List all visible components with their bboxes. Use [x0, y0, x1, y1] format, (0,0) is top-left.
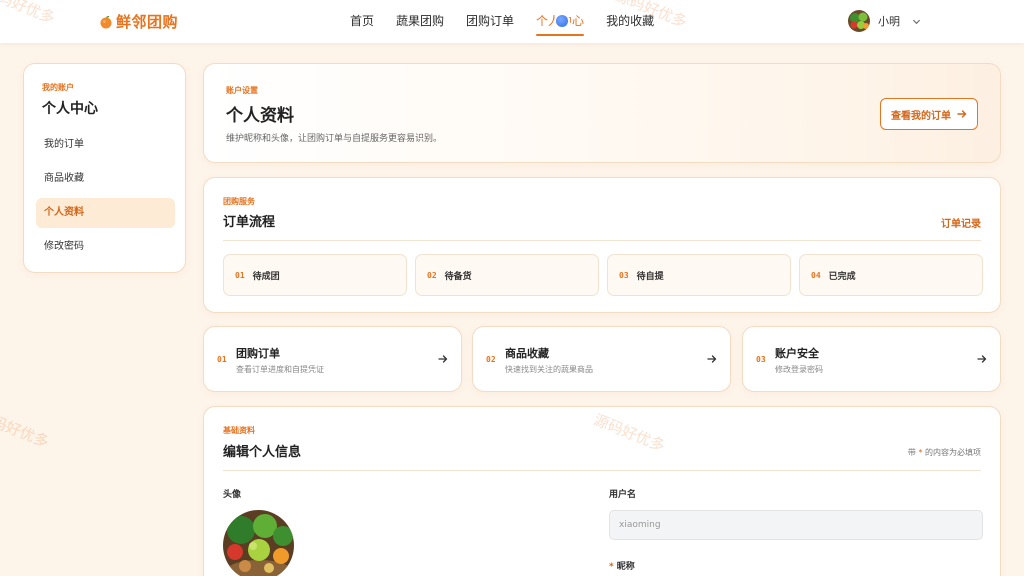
divider: [223, 240, 981, 241]
arrow-right-icon: [438, 355, 448, 363]
quick-link-title: 团购订单: [236, 347, 280, 360]
arrow-right-icon: [707, 355, 717, 363]
sidebar-item-profile[interactable]: 个人资料: [36, 198, 175, 228]
sidebar-item-change-password[interactable]: 修改密码: [36, 232, 175, 262]
arrow-right-icon: [977, 355, 987, 363]
step-number: 01: [235, 270, 245, 280]
order-flow-eyebrow: 团购服务: [223, 197, 255, 206]
page-title: 个人资料: [226, 106, 294, 126]
nickname-label-text: 昵称: [616, 562, 635, 572]
quick-link-favorites[interactable]: 02 商品收藏 快速找到关注的蔬果商品: [472, 326, 731, 392]
profile-description: 维护昵称和头像，让团购订单与自提服务更容易识别。: [226, 134, 443, 144]
chevron-down-icon: [912, 19, 921, 24]
required-fields-note: 带 * 的内容为必填项: [908, 447, 981, 458]
quick-link-number: 03: [756, 355, 766, 364]
logo-text: 鲜邻团购: [116, 13, 179, 31]
quick-link-groupbuy-orders[interactable]: 01 团购订单 查看订单进度和自提凭证: [203, 326, 462, 392]
nickname-label: * 昵称: [609, 559, 635, 572]
quick-link-description: 查看订单进度和自提凭证: [236, 365, 324, 374]
quick-link-number: 01: [217, 355, 227, 364]
vegetable-basket-icon: [848, 10, 870, 32]
vegetable-basket-image: [223, 510, 294, 576]
required-star: *: [609, 562, 614, 572]
step-number: 03: [619, 270, 629, 280]
step-label: 待成团: [252, 271, 280, 282]
sidebar-item-favorites[interactable]: 商品收藏: [36, 164, 175, 194]
nav-groupbuy-orders[interactable]: 团购订单: [466, 0, 514, 43]
order-step: 01 待成团: [223, 254, 407, 296]
required-star: *: [918, 448, 923, 457]
watermark: 源码好优多: [0, 406, 52, 452]
sidebar-eyebrow: 我的账户: [42, 83, 74, 92]
step-number: 04: [811, 270, 821, 280]
username-label: 用户名: [609, 490, 637, 500]
quick-link-title: 账户安全: [775, 347, 819, 360]
note-suffix: 的内容为必填项: [925, 448, 981, 457]
profile-header-card: 账户设置 个人资料 维护昵称和头像，让团购订单与自提服务更容易识别。 查看我的订…: [203, 63, 1001, 163]
quick-link-description: 修改登录密码: [775, 365, 823, 374]
step-number: 02: [427, 270, 437, 280]
step-label: 待自提: [636, 271, 664, 282]
step-label: 已完成: [828, 271, 856, 282]
nav-produce-groupbuy[interactable]: 蔬果团购: [396, 0, 444, 43]
sidebar: 我的账户 个人中心 我的订单 商品收藏 个人资料 修改密码: [23, 63, 186, 273]
top-nav-bar: 鲜邻团购 首页 蔬果团购 团购订单 个人中心 我的收藏 小明: [0, 0, 1024, 43]
sidebar-title: 个人中心: [42, 101, 98, 117]
divider: [223, 470, 981, 471]
orange-fruit-icon: [100, 15, 112, 28]
basic-info-title: 编辑个人信息: [223, 445, 302, 460]
profile-eyebrow: 账户设置: [226, 86, 258, 95]
avatar-label: 头像: [223, 490, 242, 500]
order-flow-title: 订单流程: [223, 215, 276, 230]
mouse-cursor-indicator: [556, 15, 568, 27]
order-records-link[interactable]: 订单记录: [941, 215, 981, 230]
logo[interactable]: 鲜邻团购: [99, 11, 178, 32]
nav-home[interactable]: 首页: [350, 0, 374, 43]
quick-link-account-security[interactable]: 03 账户安全 修改登录密码: [742, 326, 1001, 392]
order-step: 03 待自提: [607, 254, 791, 296]
avatar[interactable]: [848, 10, 870, 32]
order-flow-card: 团购服务 订单流程 订单记录 01 待成团 02 待备货 03 待自提 04 已…: [203, 177, 1001, 313]
quick-link-number: 02: [486, 355, 496, 364]
username-input[interactable]: [609, 510, 983, 540]
avatar-upload[interactable]: [223, 510, 294, 576]
nav-favorites[interactable]: 我的收藏: [606, 0, 654, 43]
order-step: 04 已完成: [799, 254, 983, 296]
quick-link-title: 商品收藏: [505, 347, 549, 360]
basic-info-card: 基础资料 编辑个人信息 带 * 的内容为必填项 头像 用户名 *昵称: [203, 406, 1001, 576]
arrow-right-icon: [957, 110, 967, 118]
order-step: 02 待备货: [415, 254, 599, 296]
note-prefix: 带: [907, 448, 916, 457]
view-my-orders-label: 查看我的订单: [891, 110, 951, 122]
view-my-orders-button[interactable]: 查看我的订单: [880, 98, 978, 130]
step-label: 待备货: [444, 271, 472, 282]
main-nav: 首页 蔬果团购 团购订单 个人中心 我的收藏: [350, 0, 676, 43]
quick-link-description: 快速找到关注的蔬果商品: [505, 365, 593, 374]
sidebar-item-my-orders[interactable]: 我的订单: [36, 130, 175, 160]
basic-info-eyebrow: 基础资料: [223, 426, 255, 435]
user-menu[interactable]: 小明: [848, 10, 921, 32]
user-name: 小明: [878, 15, 900, 28]
